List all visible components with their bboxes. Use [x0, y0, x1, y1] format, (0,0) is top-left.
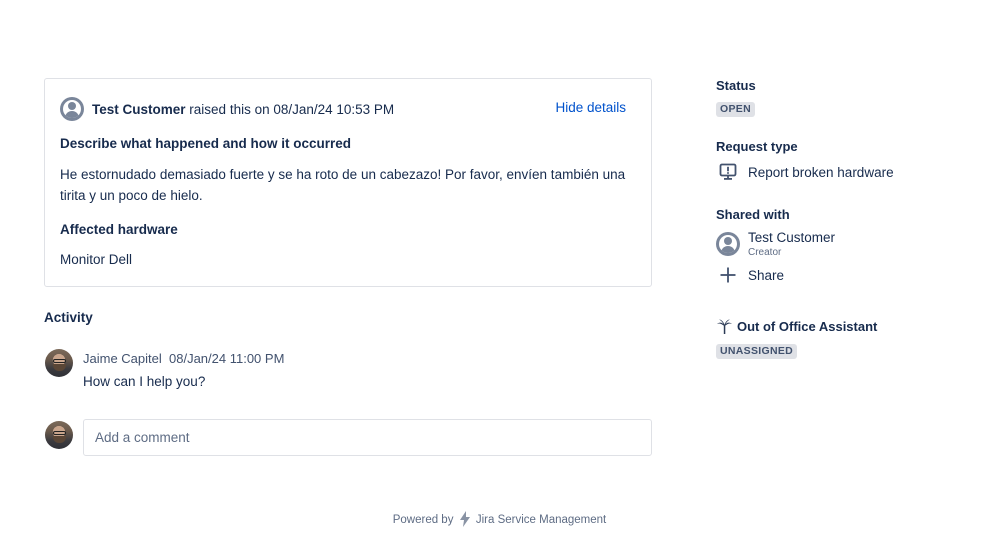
powered-by-text: Powered by	[392, 514, 454, 526]
hide-details-link[interactable]: Hide details	[555, 100, 626, 115]
share-button[interactable]: Share	[716, 263, 784, 287]
commenter-avatar	[45, 349, 73, 377]
field-label-description: Describe what happened and how it occurr…	[60, 136, 352, 151]
field-label-affected-hardware: Affected hardware	[60, 222, 178, 237]
request-details-card: Test Customer raised this on 08/Jan/24 1…	[44, 78, 652, 287]
field-value-affected-hardware: Monitor Dell	[60, 252, 133, 267]
request-type-label: Request type	[716, 139, 798, 154]
person-avatar-icon	[60, 97, 84, 121]
comment-body: How can I help you?	[83, 374, 206, 389]
status-badge: OPEN	[716, 102, 755, 117]
share-label: Share	[748, 267, 785, 283]
product-name-link[interactable]: Jira Service Management	[476, 514, 606, 526]
shared-with-label: Shared with	[716, 207, 790, 222]
ooo-assignee-badge: UNASSIGNED	[716, 344, 798, 359]
comment-timestamp: 08/Jan/24 11:00 PM	[169, 351, 285, 366]
shared-user-role: Creator	[748, 247, 782, 258]
raised-by-row: Test Customer raised this on 08/Jan/24 1…	[60, 97, 394, 121]
reporter-name: Test Customer	[92, 101, 186, 117]
monitor-warning-icon	[716, 160, 740, 184]
shared-user-name: Test Customer	[748, 230, 836, 245]
ooo-assistant-label: Out of Office Assistant	[737, 319, 878, 334]
status-label: Status	[716, 78, 756, 93]
activity-heading: Activity	[44, 310, 93, 325]
palm-tree-icon	[717, 319, 732, 334]
ooo-assistant-row: Out of Office Assistant	[716, 318, 877, 335]
field-value-description: He estornudado demasiado fuerte y se ha …	[60, 167, 626, 203]
add-comment-input[interactable]	[83, 419, 652, 456]
raised-timestamp: raised this on 08/Jan/24 10:53 PM	[189, 101, 395, 117]
plus-icon	[716, 263, 740, 287]
lightning-bolt-icon	[459, 511, 470, 527]
current-user-avatar	[45, 421, 73, 449]
request-type-row: Report broken hardware	[716, 160, 894, 184]
powered-by-footer: Powered by Jira Service Management	[0, 511, 999, 527]
request-type-value: Report broken hardware	[748, 164, 894, 180]
person-avatar-icon	[716, 232, 740, 256]
raised-by-text: Test Customer raised this on 08/Jan/24 1…	[92, 102, 394, 117]
comment-author-name[interactable]: Jaime Capitel	[83, 351, 162, 366]
shared-user-row: Test Customer Creator	[716, 230, 835, 258]
comment-meta: Jaime Capitel 08/Jan/24 11:00 PM	[83, 351, 284, 366]
